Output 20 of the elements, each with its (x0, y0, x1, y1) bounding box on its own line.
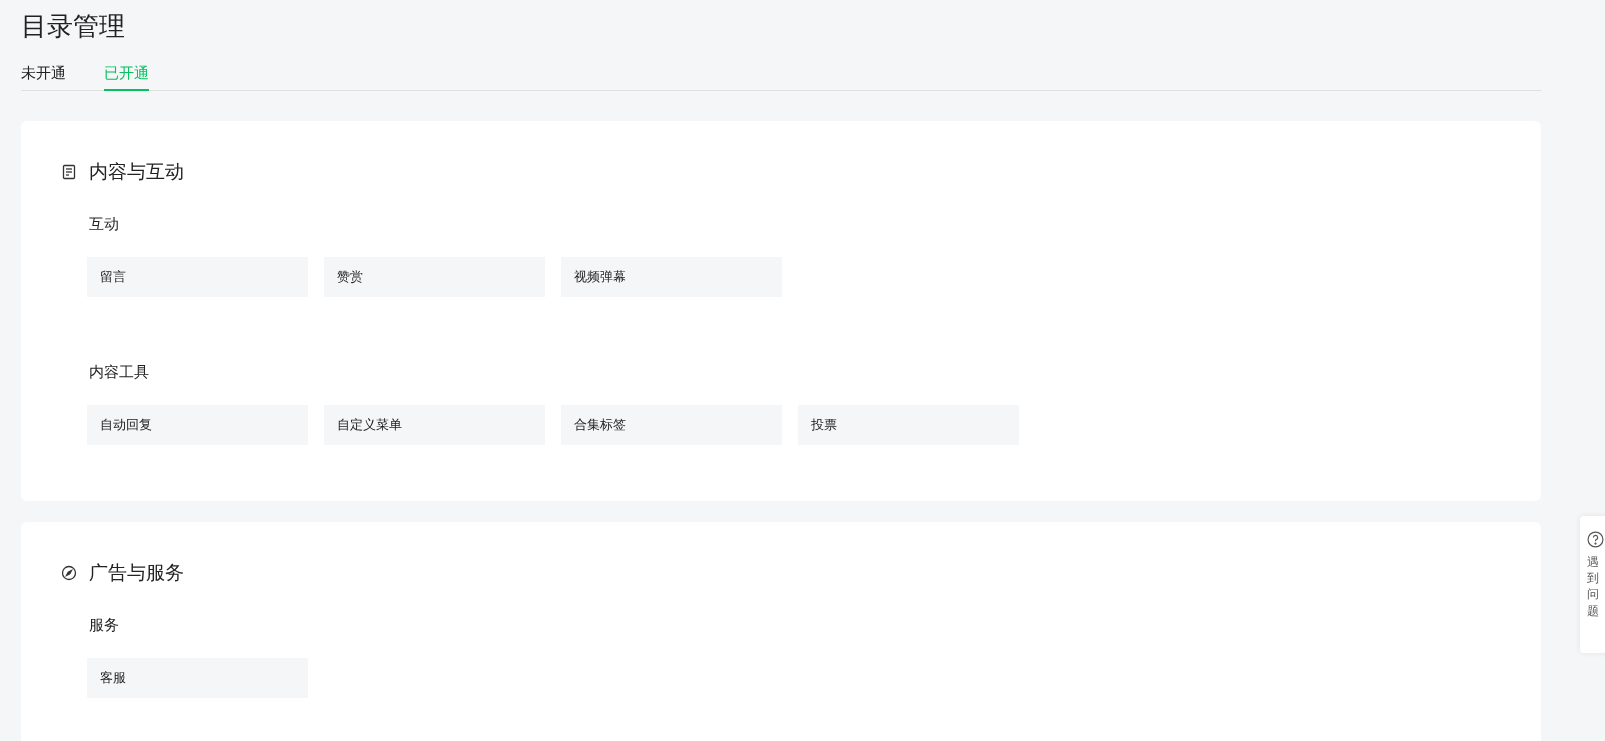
feature-item[interactable]: 投票 (798, 404, 1019, 445)
feature-item[interactable]: 留言 (87, 256, 308, 297)
compass-icon (61, 564, 77, 581)
section-title: 内容与互动 (89, 159, 184, 184)
feature-item[interactable]: 自定义菜单 (324, 404, 545, 445)
group-title: 服务 (88, 614, 119, 635)
page-title: 目录管理 (21, 10, 125, 43)
feature-item[interactable]: 自动回复 (87, 404, 308, 445)
tab[interactable]: 未开通 (21, 62, 66, 91)
feature-item[interactable]: 客服 (87, 657, 308, 698)
group-title: 互动 (88, 213, 119, 234)
feature-item[interactable]: 合集标签 (561, 404, 782, 445)
group-title: 内容工具 (88, 361, 149, 382)
help-icon (1587, 531, 1604, 548)
feature-item[interactable]: 视频弹幕 (561, 256, 782, 297)
feature-item[interactable]: 赞赏 (324, 256, 545, 297)
help-label: 遇到问题 (1587, 554, 1599, 619)
help-widget[interactable]: 遇到问题 (1580, 516, 1605, 653)
section-title: 广告与服务 (89, 560, 184, 585)
document-icon (61, 163, 77, 180)
